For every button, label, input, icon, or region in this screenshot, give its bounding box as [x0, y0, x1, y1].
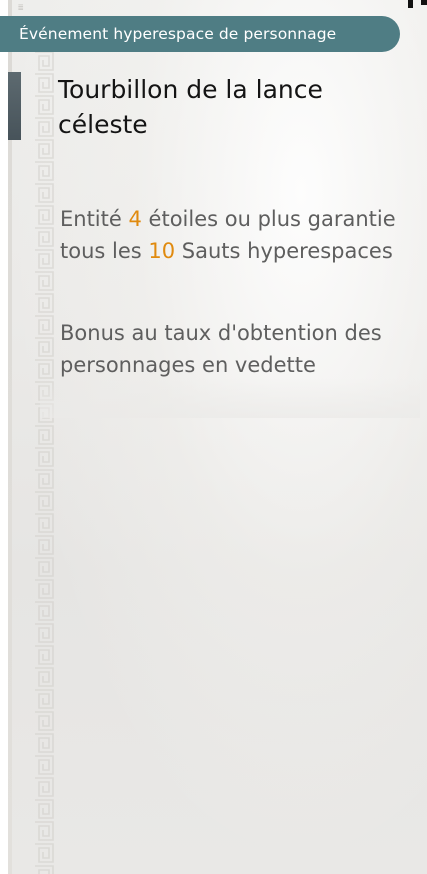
guarantee-text-part3: Sauts hyperespaces: [175, 239, 393, 263]
title-accent-bar: [8, 72, 21, 140]
header-mark-icon: ≣: [18, 3, 24, 13]
corner-glyph-icon: [406, 0, 427, 9]
event-title: Tourbillon de la lance céleste: [58, 75, 323, 139]
event-details-screen: ≣ Événement hyperespace de personnage To…: [0, 0, 427, 874]
event-type-banner: Événement hyperespace de personnage: [0, 16, 400, 52]
bonus-description: Bonus au taux d'obtention des personnage…: [60, 321, 382, 377]
guarantee-text-part1: Entité: [60, 207, 129, 231]
meander-border-decoration: [33, 50, 55, 874]
guarantee-stars-value: 4: [128, 207, 142, 231]
event-type-label: Événement hyperespace de personnage: [19, 25, 337, 43]
guarantee-description: Entité 4 étoiles ou plus garantie tous l…: [60, 203, 400, 267]
guarantee-count-value: 10: [148, 239, 176, 263]
